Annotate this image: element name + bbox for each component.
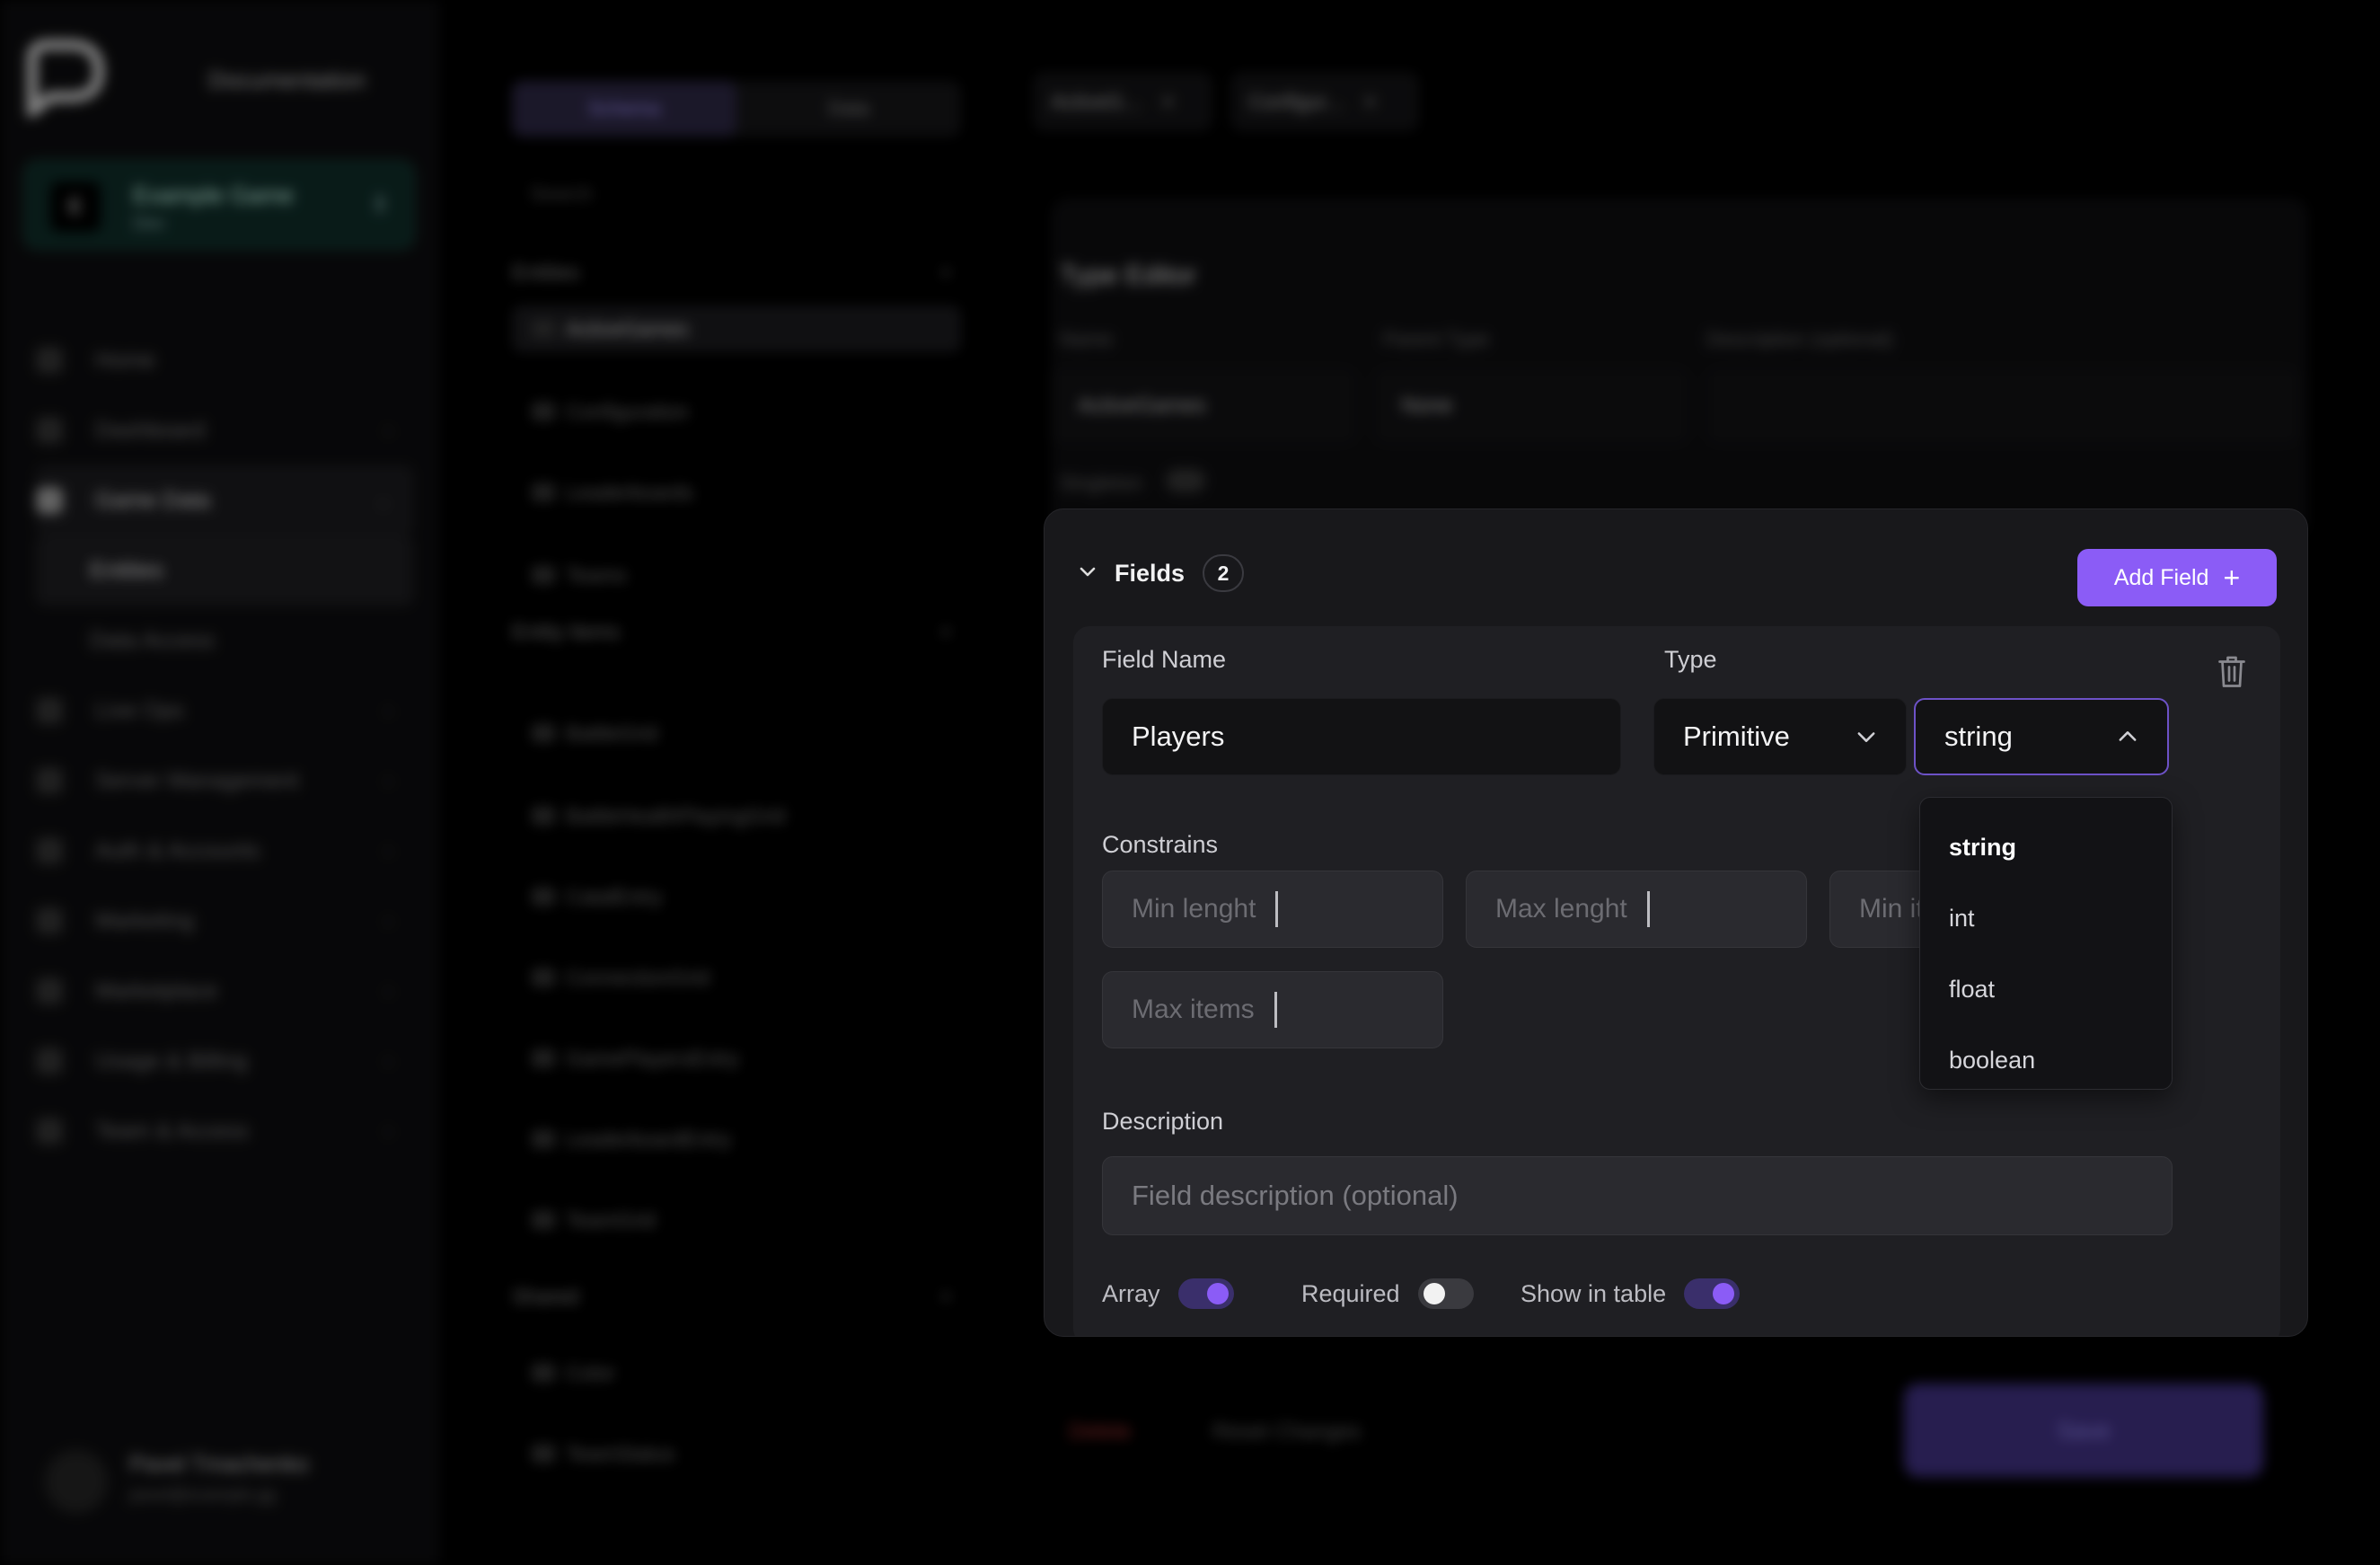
- primitive-dropdown-menu: string int float boolean: [1919, 797, 2173, 1090]
- dropdown-option-boolean[interactable]: boolean: [1920, 1025, 2172, 1096]
- type-label: Type: [1664, 646, 1717, 673]
- toggle-knob: [1423, 1283, 1445, 1304]
- fields-count-badge: 2: [1203, 554, 1245, 592]
- chevron-down-icon: [1857, 732, 1875, 742]
- add-field-button[interactable]: Add Field +: [2077, 549, 2277, 606]
- constraints-label: Constrains: [1102, 831, 1219, 858]
- array-toggle[interactable]: [1177, 1278, 1234, 1309]
- show-in-table-toggle[interactable]: [1684, 1278, 1741, 1309]
- chevron-down-icon[interactable]: [1077, 561, 1098, 582]
- chevron-up-icon: [2119, 731, 2137, 741]
- dropdown-option-int[interactable]: int: [1920, 883, 2172, 954]
- dropdown-option-string[interactable]: string: [1920, 812, 2172, 883]
- field-name-label: Field Name: [1102, 646, 1227, 673]
- show-in-table-toggle-row: Show in table: [1521, 1278, 1741, 1309]
- type-select[interactable]: Primitive: [1653, 698, 1907, 775]
- fields-title: Fields: [1115, 559, 1186, 587]
- trash-icon[interactable]: [2216, 653, 2248, 689]
- fields-header[interactable]: Fields 2: [1077, 551, 1245, 596]
- plus-icon: +: [2223, 561, 2241, 594]
- toggle-knob: [1206, 1283, 1229, 1304]
- required-toggle[interactable]: [1417, 1278, 1474, 1309]
- max-items-input[interactable]: Max items: [1102, 971, 1443, 1048]
- text-cursor: [1274, 992, 1277, 1028]
- dropdown-option-float[interactable]: float: [1920, 954, 2172, 1025]
- min-length-input[interactable]: Min lenght: [1102, 871, 1443, 948]
- required-toggle-row: Required: [1301, 1278, 1474, 1309]
- array-toggle-row: Array: [1102, 1278, 1234, 1309]
- description-label: Description: [1102, 1108, 1224, 1135]
- max-length-input[interactable]: Max lenght: [1466, 871, 1807, 948]
- primitive-select[interactable]: string: [1914, 698, 2169, 775]
- text-cursor: [1275, 891, 1279, 927]
- field-description-input[interactable]: Field description (optional): [1102, 1156, 2173, 1235]
- toggle-knob: [1713, 1283, 1735, 1304]
- text-cursor: [1646, 891, 1650, 927]
- field-name-input[interactable]: Players: [1102, 698, 1621, 775]
